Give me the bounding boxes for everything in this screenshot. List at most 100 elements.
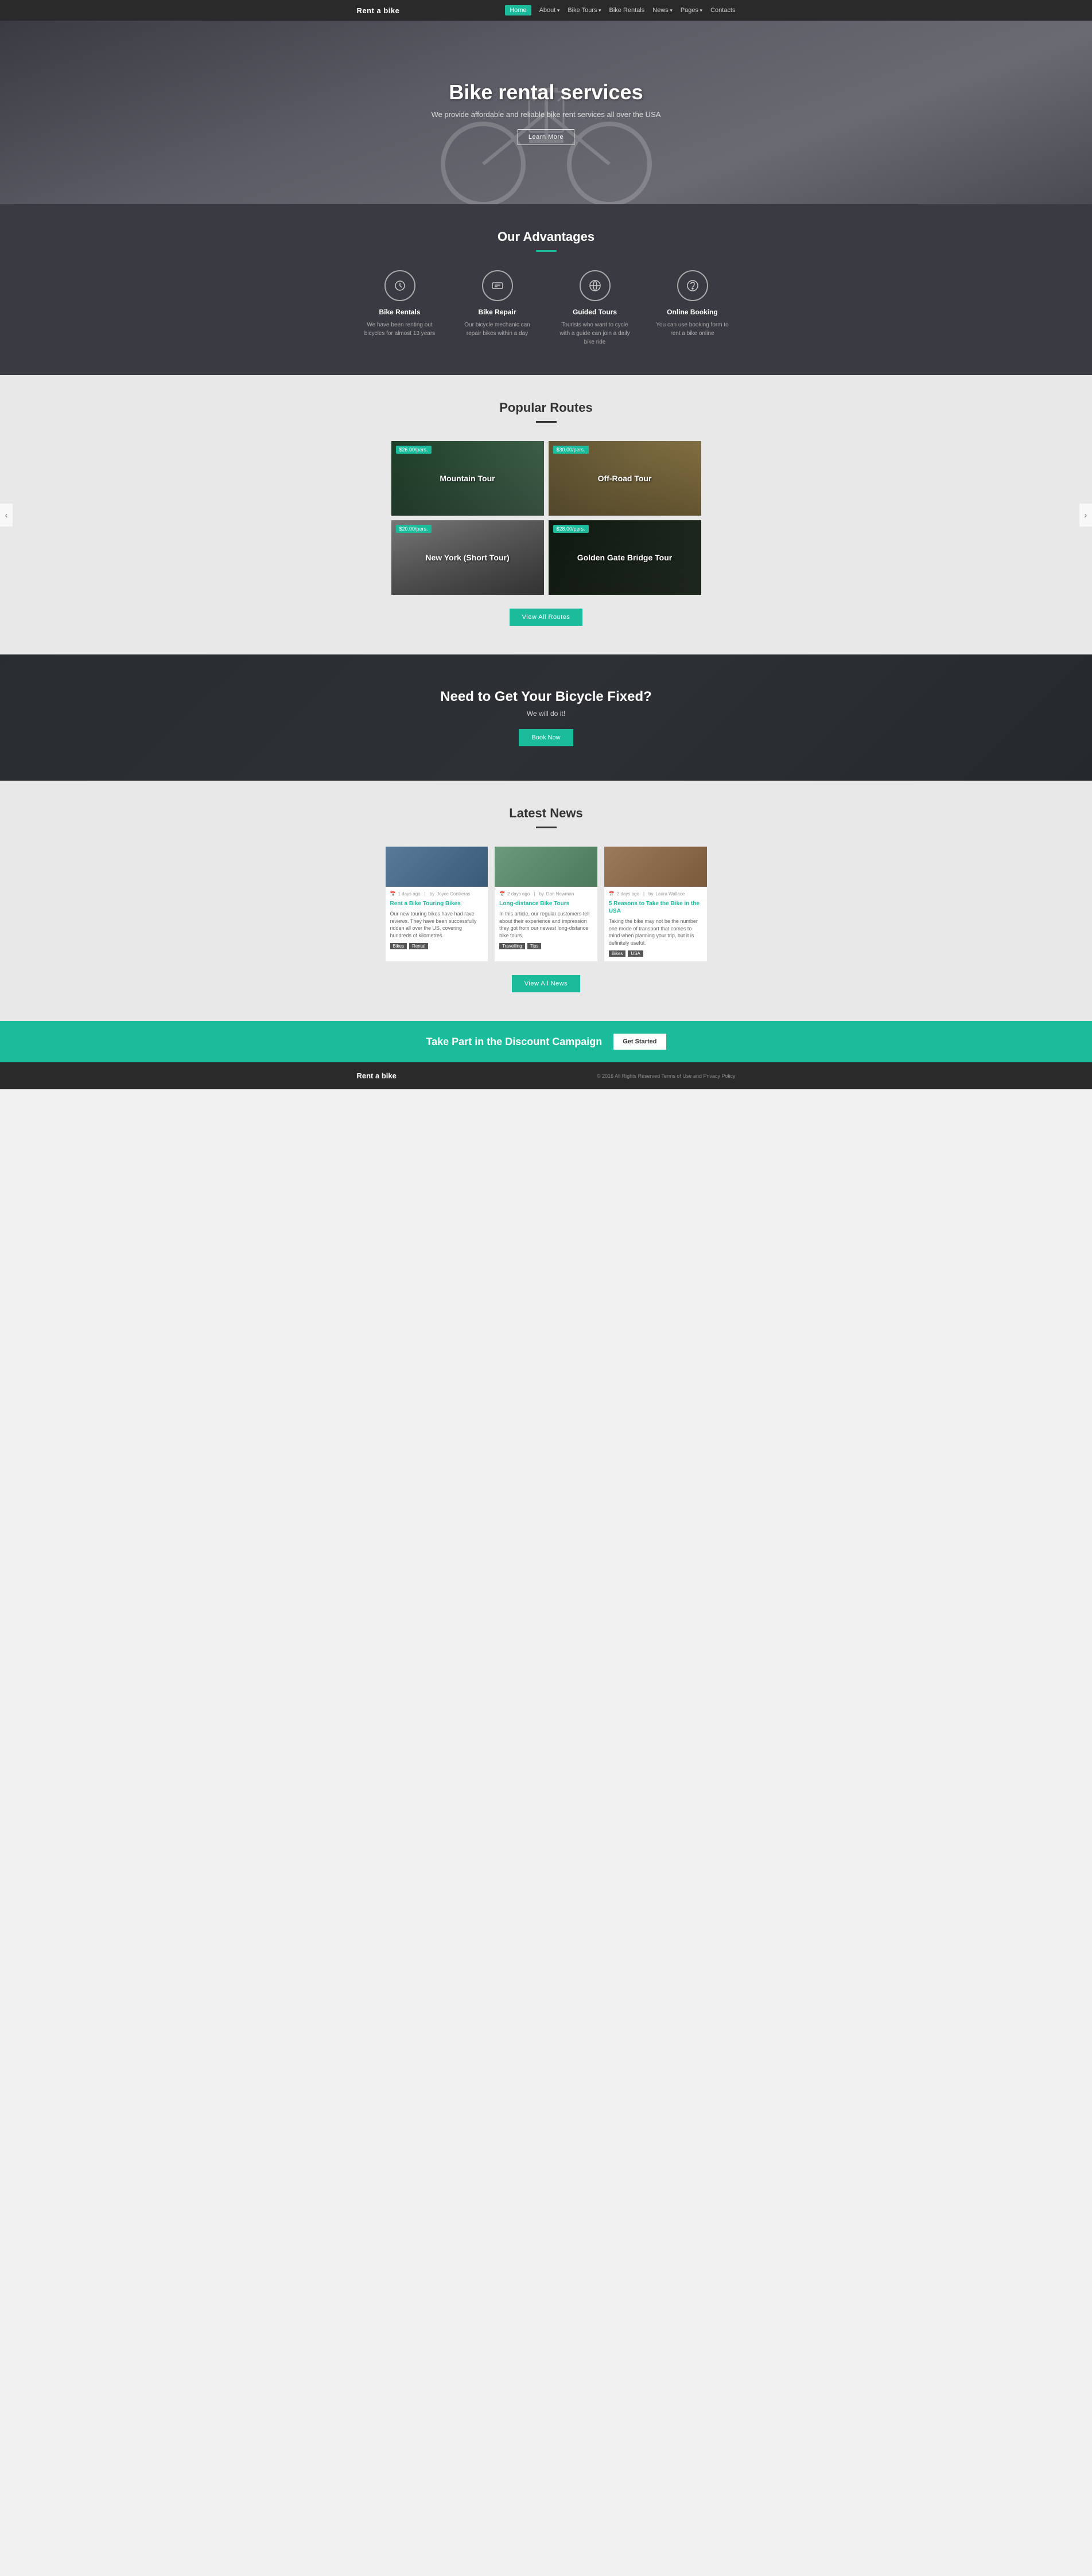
hero-subtitle: We provide affordable and reliable bike … xyxy=(432,110,661,119)
news-tag-bikes-1[interactable]: Bikes xyxy=(390,943,407,949)
view-all-routes-button[interactable]: View All Routes xyxy=(510,609,583,626)
news-title: Latest News xyxy=(11,806,1081,821)
footer-copyright: © 2016 All Rights Reserved Terms of Use … xyxy=(597,1073,736,1079)
advantages-grid: Bike Rentals We have been renting out bi… xyxy=(11,270,1081,346)
news-article-title-2[interactable]: Long-distance Bike Tours xyxy=(499,900,593,907)
guided-tours-icon xyxy=(580,270,611,301)
calendar-icon: 📅 xyxy=(390,891,396,897)
nav-bike-tours[interactable]: Bike Tours xyxy=(568,7,601,14)
bike-rentals-title: Bike Rentals xyxy=(363,308,437,316)
news-article-title-3[interactable]: 5 Reasons to Take the Bike in the USA xyxy=(609,900,702,915)
news-meta-5-reasons: 📅 2 days ago | by Laura Wallace xyxy=(609,891,702,897)
news-tag-rental[interactable]: Rental xyxy=(409,943,428,949)
news-body-long-distance: 📅 2 days ago | by Dan Newman Long-distan… xyxy=(495,887,597,954)
route-name-mountain: Mountain Tour xyxy=(440,474,495,483)
news-image-touring-bikes xyxy=(386,847,488,887)
route-price-newyork: $20.00/pers. xyxy=(396,525,432,533)
news-card-5-reasons[interactable]: 📅 2 days ago | by Laura Wallace 5 Reason… xyxy=(604,847,707,961)
route-card-offroad[interactable]: Off-Road Tour $30.00/pers. xyxy=(549,441,701,516)
nav-news[interactable]: News xyxy=(652,7,673,14)
news-excerpt-1: Our new touring bikes have had rave revi… xyxy=(390,910,484,939)
view-all-news-button[interactable]: View All News xyxy=(512,975,580,992)
footer: Rent a bike © 2016 All Rights Reserved T… xyxy=(0,1062,1092,1089)
news-author-label-3: by xyxy=(648,891,653,897)
nav-logo: Rent a bike xyxy=(357,6,400,15)
hero-learn-more-button[interactable]: Learn More xyxy=(518,129,574,145)
discount-banner: Take Part in the Discount Campaign Get S… xyxy=(0,1021,1092,1062)
news-excerpt-3: Taking the bike may not be the number on… xyxy=(609,918,702,946)
news-tags-1: Bikes Rental xyxy=(390,943,484,949)
online-booking-desc: You can use booking form to rent a bike … xyxy=(655,321,730,338)
route-name-offroad: Off-Road Tour xyxy=(598,474,652,483)
navbar: Rent a bike Home About Bike Tours Bike R… xyxy=(0,0,1092,21)
bike-rentals-desc: We have been renting out bicycles for al… xyxy=(363,321,437,338)
news-days-ago-1: 1 days ago xyxy=(398,891,420,897)
repair-cta-subtitle: We will do it! xyxy=(11,710,1081,718)
routes-title: Popular Routes xyxy=(11,400,1081,415)
advantage-item-bike-repair: Bike Repair Our bicycle mechanic can rep… xyxy=(460,270,535,346)
news-meta-long-distance: 📅 2 days ago | by Dan Newman xyxy=(499,891,593,897)
news-section: Latest News 📅 1 days ago | by Joyce Cont… xyxy=(0,781,1092,1021)
route-price-offroad: $30.00/pers. xyxy=(553,446,589,454)
repair-cta-title: Need to Get Your Bicycle Fixed? xyxy=(11,689,1081,705)
nav-pages[interactable]: Pages xyxy=(681,7,702,14)
footer-logo: Rent a bike xyxy=(357,1071,397,1080)
nav-bike-rentals[interactable]: Bike Rentals xyxy=(609,7,645,14)
nav-about[interactable]: About xyxy=(539,7,560,14)
advantage-item-online-booking: Online Booking You can use booking form … xyxy=(655,270,730,346)
news-excerpt-2: In this article, our regular customers t… xyxy=(499,910,593,939)
news-card-touring-bikes[interactable]: 📅 1 days ago | by Joyce Contreras Rent a… xyxy=(386,847,488,961)
route-price-mountain: $26.00/pers. xyxy=(396,446,432,454)
bike-repair-icon xyxy=(482,270,513,301)
book-now-button[interactable]: Book Now xyxy=(519,729,573,746)
news-body-touring-bikes: 📅 1 days ago | by Joyce Contreras Rent a… xyxy=(386,887,488,954)
news-tag-usa[interactable]: USA xyxy=(628,950,643,957)
news-tags-2: Travelling Tips xyxy=(499,943,593,949)
routes-prev-button[interactable]: ‹ xyxy=(0,504,13,527)
nav-links: Home About Bike Tours Bike Rentals News … xyxy=(505,5,735,15)
calendar-icon-2: 📅 xyxy=(499,891,505,897)
advantages-section: Our Advantages Bike Rentals We have been… xyxy=(0,204,1092,375)
nav-home[interactable]: Home xyxy=(505,5,531,15)
discount-banner-text: Take Part in the Discount Campaign xyxy=(426,1036,602,1048)
routes-grid: Mountain Tour $26.00/pers. Off-Road Tour… xyxy=(391,441,701,595)
route-card-mountain[interactable]: Mountain Tour $26.00/pers. xyxy=(391,441,544,516)
online-booking-title: Online Booking xyxy=(655,308,730,316)
hero-title: Bike rental services xyxy=(432,80,661,104)
bike-repair-title: Bike Repair xyxy=(460,308,535,316)
news-tag-tips[interactable]: Tips xyxy=(527,943,542,949)
routes-next-button[interactable]: › xyxy=(1079,504,1092,527)
news-image-long-distance xyxy=(495,847,597,887)
news-days-ago-3: 2 days ago xyxy=(617,891,639,897)
news-author-1: by xyxy=(430,891,434,897)
guided-tours-title: Guided Tours xyxy=(558,308,632,316)
route-card-newyork[interactable]: New York (Short Tour) $20.00/pers. xyxy=(391,520,544,595)
route-card-goldengate[interactable]: Golden Gate Bridge Tour $28.00/pers. xyxy=(549,520,701,595)
news-author-label-2: by xyxy=(539,891,543,897)
nav-contacts[interactable]: Contacts xyxy=(710,7,735,14)
route-price-goldengate: $28.00/pers. xyxy=(553,525,589,533)
routes-divider xyxy=(536,421,557,423)
news-tags-3: Bikes USA xyxy=(609,950,702,957)
route-name-newyork: New York (Short Tour) xyxy=(425,553,509,562)
news-divider xyxy=(536,827,557,828)
online-booking-icon xyxy=(677,270,708,301)
news-card-long-distance[interactable]: 📅 2 days ago | by Dan Newman Long-distan… xyxy=(495,847,597,961)
calendar-icon-3: 📅 xyxy=(609,891,615,897)
advantage-item-guided-tours: Guided Tours Tourists who want to cycle … xyxy=(558,270,632,346)
advantage-item-bike-rentals: Bike Rentals We have been renting out bi… xyxy=(363,270,437,346)
repair-cta-section: Need to Get Your Bicycle Fixed? We will … xyxy=(0,654,1092,781)
news-days-ago-2: 2 days ago xyxy=(507,891,530,897)
news-meta-touring-bikes: 📅 1 days ago | by Joyce Contreras xyxy=(390,891,484,897)
news-tag-travelling[interactable]: Travelling xyxy=(499,943,524,949)
guided-tours-desc: Tourists who want to cycle with a guide … xyxy=(558,321,632,346)
advantages-divider xyxy=(536,250,557,252)
get-started-button[interactable]: Get Started xyxy=(613,1034,666,1050)
news-grid: 📅 1 days ago | by Joyce Contreras Rent a… xyxy=(386,847,707,961)
news-article-title-1[interactable]: Rent a Bike Touring Bikes xyxy=(390,900,484,907)
bike-rentals-icon xyxy=(384,270,415,301)
hero-section: Bike rental services We provide affordab… xyxy=(0,21,1092,204)
route-name-goldengate: Golden Gate Bridge Tour xyxy=(577,553,672,562)
news-tag-bikes-3[interactable]: Bikes xyxy=(609,950,626,957)
bike-repair-desc: Our bicycle mechanic can repair bikes wi… xyxy=(460,321,535,338)
